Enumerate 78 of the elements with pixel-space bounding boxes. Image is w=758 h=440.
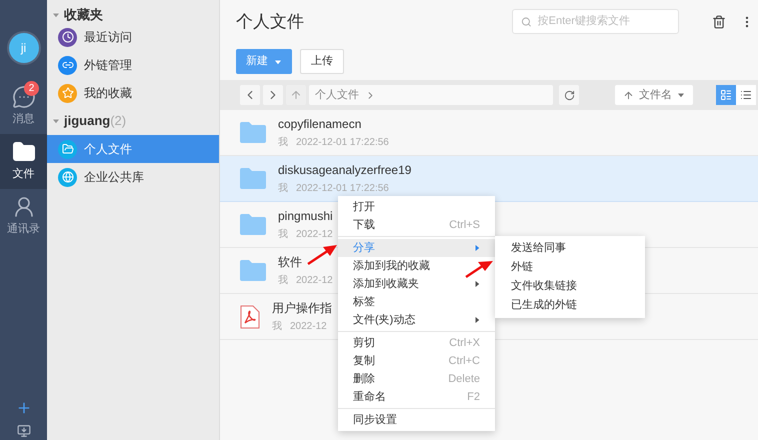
file-name: 用户操作指 [272, 300, 332, 317]
arrow-up-icon [290, 89, 302, 101]
refresh-icon [564, 90, 574, 100]
menu-item[interactable]: 删除 Delete [338, 370, 495, 388]
file-date: 2022-12 [296, 274, 333, 288]
arrow-drawing [464, 259, 494, 279]
file-row[interactable]: diskusageanalyzerfree19 我 2022-12-01 17:22:56 [220, 156, 758, 202]
menu-item[interactable]: 同步设置 [338, 411, 495, 429]
file-date: 2022-12-01 17:22:56 [296, 136, 389, 150]
sort-label: 文件名 [639, 88, 672, 103]
menu-item[interactable]: 文件(夹)动态 [338, 311, 495, 329]
folder-icon [240, 214, 266, 235]
file-name: copyfilenamecn [278, 116, 362, 133]
file-date: 2022-12 [296, 228, 333, 242]
pdf-file-icon [240, 304, 260, 328]
sort-dropdown[interactable]: 文件名 [615, 85, 693, 105]
sidebar-item[interactable]: 企业公共库 [47, 163, 219, 191]
menu-item[interactable]: 外链 [495, 258, 645, 277]
rail-tab[interactable]: 通讯录 [0, 189, 47, 244]
menu-item[interactable]: 文件收集链接 [495, 277, 645, 296]
menu-item[interactable]: 发送给同事 [495, 239, 645, 258]
trash-icon[interactable] [712, 14, 726, 28]
file-owner: 我 [278, 228, 288, 242]
menu-item[interactable]: 下载 Ctrl+S [338, 216, 495, 234]
forward-button[interactable] [263, 85, 283, 105]
file-name: 软件 [278, 254, 302, 271]
shortcut-label: Delete [448, 372, 480, 387]
menu-item[interactable]: 已生成的外链 [495, 296, 645, 315]
page-title: 个人文件 [236, 10, 304, 33]
section-header[interactable]: 收藏夹 [47, 6, 219, 23]
file-name: pingmushi [278, 208, 333, 225]
sidebar-item[interactable]: 外链管理 [47, 51, 219, 79]
menu-item[interactable]: 复制 Ctrl+C [338, 352, 495, 370]
file-date: 2022-12-01 17:22:56 [296, 182, 389, 196]
caret-icon [275, 59, 281, 64]
file-owner: 我 [278, 274, 288, 288]
section-header[interactable]: jiguang(2) [47, 107, 219, 135]
menu-item[interactable]: 剪切 Ctrl+X [338, 334, 495, 352]
globe-icon [58, 168, 77, 186]
sidebar-item[interactable]: 最近访问 [47, 23, 219, 51]
shortcut-label: Ctrl+S [449, 218, 480, 233]
sidebar-item[interactable]: 我的收藏 [47, 79, 219, 107]
arrow-up-icon [623, 90, 634, 100]
monitor-download-icon[interactable] [16, 424, 30, 438]
file-date: 2022-12 [290, 320, 327, 334]
menu-item[interactable]: 添加到收藏夹 [338, 275, 495, 293]
search-field[interactable]: 按Enter键搜索文件 [512, 9, 679, 34]
folder-icon [240, 122, 266, 143]
file-owner: 我 [278, 182, 288, 196]
section-title: jiguang [64, 112, 110, 130]
search-icon [521, 16, 532, 28]
file-owner: 我 [278, 136, 288, 150]
section-title: 收藏夹 [64, 6, 103, 24]
upload-button[interactable]: 上传 [300, 49, 344, 74]
item-count: (2) [110, 112, 126, 130]
folder-icon [240, 168, 266, 189]
arrow-drawing [306, 244, 338, 266]
file-name: diskusageanalyzerfree19 [278, 162, 412, 179]
file-owner: 我 [272, 320, 282, 334]
back-button[interactable] [240, 85, 260, 105]
shortcut-label: Ctrl+C [448, 354, 480, 369]
add-icon[interactable] [16, 400, 32, 416]
refresh-button[interactable] [559, 85, 579, 105]
folder-icon [240, 260, 266, 281]
menu-item[interactable]: 标签 [338, 293, 495, 311]
menu-item[interactable]: 重命名 F2 [338, 388, 495, 406]
detail-list-icon [720, 89, 732, 101]
menu-item[interactable]: 添加到我的收藏 [338, 257, 495, 275]
caret-icon [678, 92, 684, 98]
search-input[interactable]: 按Enter键搜索文件 [538, 13, 670, 30]
folder-icon [58, 140, 77, 158]
notification-badge: 2 [24, 81, 39, 96]
chat-icon [12, 85, 36, 110]
rail-tab[interactable]: 文件 [0, 134, 47, 189]
shortcut-label: Ctrl+X [449, 336, 480, 351]
shortcut-label: F2 [467, 390, 480, 405]
list-view-button[interactable] [736, 85, 756, 105]
rail-tab[interactable]: 消息 2 [0, 79, 47, 134]
